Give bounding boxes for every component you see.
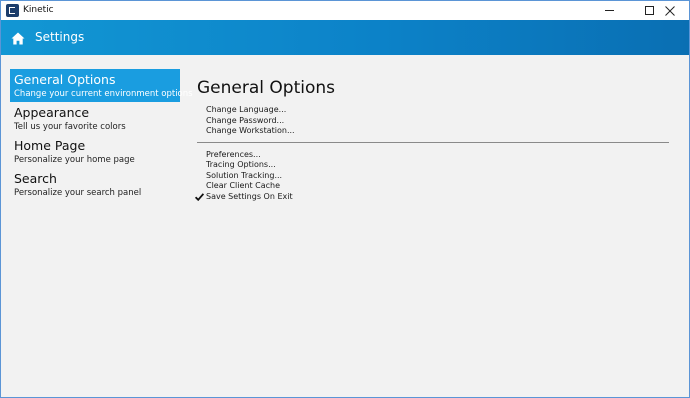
sidebar-item-title: Search <box>14 171 57 186</box>
checkmark-icon <box>195 192 204 201</box>
minimize-button[interactable] <box>589 1 629 20</box>
change-language-link[interactable]: Change Language... <box>206 105 672 116</box>
settings-header: Settings <box>1 20 689 55</box>
sidebar-item-subtitle: Tell us your favorite colors <box>14 122 126 132</box>
section-divider <box>197 141 669 143</box>
close-button[interactable] <box>651 1 689 20</box>
title-bar: Kinetic <box>1 1 689 20</box>
home-icon[interactable] <box>11 30 25 49</box>
tracing-options-link[interactable]: Tracing Options... <box>206 160 672 171</box>
sidebar-item-subtitle: Change your current environment options <box>14 89 193 99</box>
sidebar-item-appearance[interactable]: Appearance Tell us your favorite colors <box>10 102 180 135</box>
change-workstation-link[interactable]: Change Workstation... <box>206 126 672 137</box>
sidebar-item-title: Appearance <box>14 105 90 120</box>
sidebar-item-home-page[interactable]: Home Page Personalize your home page <box>10 135 180 168</box>
app-window: Kinetic Settings General Options Change … <box>0 0 690 398</box>
kinetic-logo-icon <box>6 4 19 17</box>
change-password-link[interactable]: Change Password... <box>206 116 672 127</box>
options-list: Change Language... Change Password... Ch… <box>195 105 672 203</box>
sidebar-item-title: Home Page <box>14 138 86 153</box>
close-icon <box>665 5 675 16</box>
solution-tracking-link[interactable]: Solution Tracking... <box>206 171 672 182</box>
window-title: Kinetic <box>23 5 54 15</box>
sidebar-item-subtitle: Personalize your search panel <box>14 188 142 198</box>
section-title: General Options <box>197 78 335 98</box>
page-title: Settings <box>35 30 85 44</box>
save-settings-on-exit-toggle[interactable]: Save Settings On Exit <box>195 191 672 203</box>
general-options-panel: General Options Change Language... Chang… <box>195 77 672 203</box>
settings-sidebar: General Options Change your current envi… <box>10 69 193 201</box>
preferences-link[interactable]: Preferences... <box>206 150 672 161</box>
sidebar-item-title: General Options <box>14 72 116 87</box>
clear-client-cache-link[interactable]: Clear Client Cache <box>206 181 672 192</box>
sidebar-item-subtitle: Personalize your home page <box>14 155 135 165</box>
save-settings-on-exit-label: Save Settings On Exit <box>206 191 293 201</box>
sidebar-item-general-options[interactable]: General Options Change your current envi… <box>10 69 193 102</box>
minimize-icon <box>604 10 614 11</box>
sidebar-item-search[interactable]: Search Personalize your search panel <box>10 168 180 201</box>
